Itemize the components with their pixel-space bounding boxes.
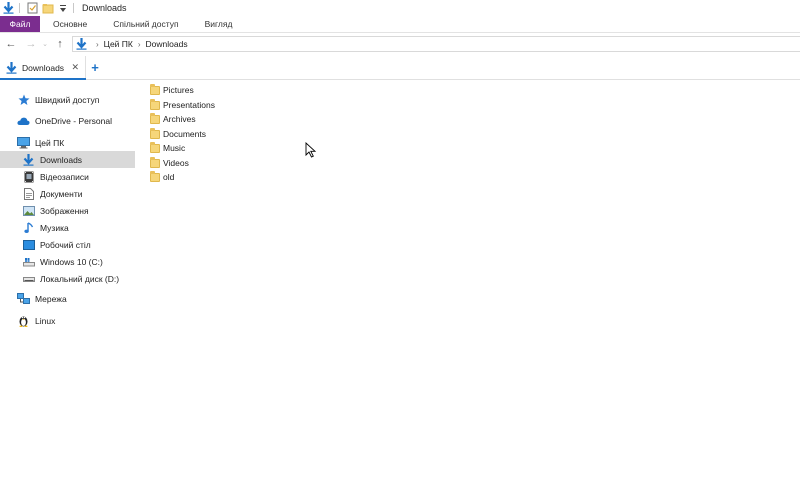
ribbon-tabs: Файл Основне Спільний доступ Вигляд — [0, 16, 800, 33]
folder-icon — [150, 141, 160, 153]
toolbar-divider — [19, 3, 20, 13]
list-item[interactable]: Presentations — [150, 98, 218, 112]
sidebar-item-pictures[interactable]: Зображення — [0, 202, 135, 219]
sidebar-item-this-pc[interactable]: Цей ПК — [0, 134, 135, 151]
toolbar-divider — [73, 3, 74, 13]
title-bar: Downloads — [0, 0, 800, 16]
document-icon — [22, 187, 35, 200]
file-name: Music — [163, 143, 186, 153]
video-icon — [22, 170, 35, 183]
list-item[interactable]: Archives — [150, 112, 199, 126]
list-item[interactable]: Documents — [150, 127, 209, 141]
network-icon — [17, 292, 30, 305]
file-name: Archives — [163, 114, 196, 124]
breadcrumb-separator: › — [137, 39, 141, 49]
tab-file[interactable]: Файл — [0, 16, 40, 32]
file-name: old — [163, 172, 175, 182]
folder-icon — [150, 98, 160, 110]
sidebar-item-label: Документи — [40, 188, 83, 199]
sidebar-item-label: OneDrive - Personal — [35, 115, 113, 126]
sidebar-item-quick-access[interactable]: Швидкий доступ — [0, 91, 135, 108]
customize-dropdown-icon[interactable] — [56, 2, 69, 15]
drive-windows-icon — [22, 255, 35, 268]
new-tab-button[interactable]: + — [86, 56, 104, 79]
sidebar-item-label: Локальний диск (D:) — [40, 273, 120, 284]
desktop-icon — [22, 238, 35, 251]
new-folder-icon[interactable] — [41, 2, 54, 15]
sidebar-item-label: Linux — [35, 315, 56, 326]
sidebar-item-label: Музика — [40, 222, 69, 233]
folder-icon — [150, 156, 160, 168]
sidebar-item-linux[interactable]: Linux — [0, 312, 135, 329]
address-bar[interactable]: › Цей ПК › Downloads — [72, 36, 800, 52]
recent-locations-button[interactable]: ⌄ — [39, 37, 51, 51]
list-item[interactable]: old — [150, 170, 177, 184]
folder-icon — [150, 112, 160, 124]
drive-icon — [22, 272, 35, 285]
sidebar-item-onedrive[interactable]: OneDrive - Personal — [0, 112, 135, 129]
tab-share[interactable]: Спільний доступ — [100, 16, 191, 32]
file-name: Presentations — [163, 100, 215, 110]
sidebar-item-label: Зображення — [40, 205, 89, 216]
up-button[interactable]: ↑ — [54, 37, 66, 51]
tab-downloads[interactable]: Downloads ✕ — [0, 56, 86, 80]
breadcrumb-separator: › — [96, 39, 99, 49]
quick-access-toolbar — [0, 0, 78, 16]
file-list: Pictures Presentations Archives Document… — [150, 82, 800, 486]
download-arrow-icon[interactable] — [2, 2, 15, 15]
file-name: Pictures — [163, 85, 194, 95]
tab-label: Downloads — [22, 62, 65, 73]
properties-icon[interactable] — [26, 2, 39, 15]
sidebar-item-label: Цей ПК — [35, 137, 65, 148]
active-tab-indicator — [0, 78, 86, 80]
list-item[interactable]: Pictures — [150, 83, 197, 97]
computer-icon — [17, 136, 30, 149]
sidebar-item-documents[interactable]: Документи — [0, 185, 135, 202]
close-icon[interactable]: ✕ — [71, 62, 79, 73]
sidebar-item-label: Робочий стіл — [40, 239, 91, 250]
folder-icon — [150, 83, 160, 95]
tab-home[interactable]: Основне — [40, 16, 100, 32]
folder-icon — [150, 127, 160, 139]
list-item[interactable]: Music — [150, 141, 188, 155]
file-name: Videos — [163, 158, 189, 168]
sidebar-item-drive-d[interactable]: Локальний диск (D:) — [0, 270, 135, 287]
linux-penguin-icon — [17, 314, 30, 327]
cloud-icon — [17, 114, 30, 127]
tab-view[interactable]: Вигляд — [192, 16, 246, 32]
mouse-cursor-icon — [305, 142, 317, 158]
sidebar-item-label: Downloads — [40, 154, 83, 165]
download-arrow-icon — [22, 153, 35, 166]
sidebar-item-videos[interactable]: Відеозаписи — [0, 168, 135, 185]
list-item[interactable]: Videos — [150, 156, 192, 170]
sidebar-item-label: Мережа — [35, 293, 67, 304]
sidebar-item-music[interactable]: Музика — [0, 219, 135, 236]
star-icon — [17, 93, 30, 106]
navigation-pane: Швидкий доступ OneDrive - Personal Цей П… — [0, 88, 135, 486]
picture-icon — [22, 204, 35, 217]
download-arrow-icon — [6, 61, 17, 74]
music-icon — [22, 221, 35, 234]
download-arrow-icon — [76, 38, 87, 50]
breadcrumb-this-pc[interactable]: Цей ПК — [104, 39, 133, 49]
sidebar-item-desktop[interactable]: Робочий стіл — [0, 236, 135, 253]
breadcrumb-downloads[interactable]: Downloads — [146, 39, 188, 49]
explorer-tab-strip: Downloads ✕ + — [0, 56, 800, 80]
sidebar-item-label: Windows 10 (C:) — [40, 256, 103, 267]
sidebar-item-downloads[interactable]: Downloads — [0, 151, 135, 168]
file-name: Documents — [163, 129, 206, 139]
sidebar-item-label: Відеозаписи — [40, 171, 89, 182]
sidebar-item-drive-c[interactable]: Windows 10 (C:) — [0, 253, 135, 270]
folder-icon — [150, 170, 160, 182]
back-button[interactable]: ← — [5, 37, 17, 51]
forward-button[interactable]: → — [25, 37, 37, 51]
window-title: Downloads — [82, 3, 127, 13]
sidebar-item-network[interactable]: Мережа — [0, 290, 135, 307]
sidebar-item-label: Швидкий доступ — [35, 94, 100, 105]
navigation-bar: ← → ⌄ ↑ › Цей ПК › Downloads — [0, 34, 800, 54]
